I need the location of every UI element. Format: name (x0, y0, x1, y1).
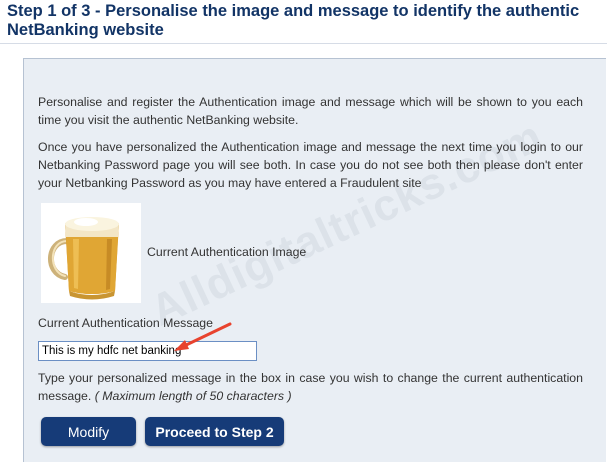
beer-mug-icon (41, 203, 141, 303)
authentication-image (41, 203, 141, 303)
title-divider (0, 43, 607, 44)
page-title: Step 1 of 3 - Personalise the image and … (7, 2, 580, 39)
message-hint: Type your personalized message in the bo… (38, 369, 583, 405)
red-arrow-icon (174, 322, 232, 351)
intro-paragraph-1: Personalise and register the Authenticat… (38, 95, 583, 127)
modify-button[interactable]: Modify (41, 417, 136, 446)
hint-max-length: ( Maximum length of 50 characters ) (94, 389, 292, 403)
intro-paragraph-2: Once you have personalized the Authentic… (38, 140, 583, 190)
proceed-to-step-2-button[interactable]: Proceed to Step 2 (145, 417, 284, 446)
current-image-label: Current Authentication Image (147, 245, 307, 259)
